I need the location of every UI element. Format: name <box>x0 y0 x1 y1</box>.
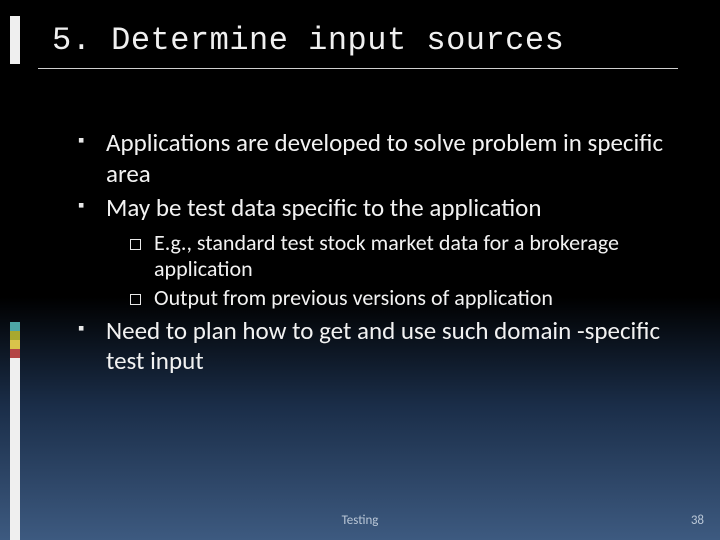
bullet-item: May be test data specific to the applica… <box>72 193 672 312</box>
sub-bullet-item: Output from previous versions of applica… <box>124 285 672 312</box>
accent-bar <box>10 0 20 540</box>
slide-title: 5. Determine input sources <box>52 22 564 59</box>
title-underline <box>38 68 678 69</box>
bullet-item: Need to plan how to get and use such dom… <box>72 316 672 377</box>
sub-bullet-item: E.g., standard test stock market data fo… <box>124 230 672 284</box>
page-number: 38 <box>691 513 704 528</box>
bullet-text: Need to plan how to get and use such dom… <box>106 315 660 377</box>
slide-body: Applications are developed to solve prob… <box>72 128 672 381</box>
sub-bullet-text: Output from previous versions of applica… <box>154 284 553 311</box>
sub-bullet-text: E.g., standard test stock market data fo… <box>154 229 619 283</box>
footer-label: Testing <box>342 513 379 528</box>
bullet-text: Applications are developed to solve prob… <box>106 127 663 189</box>
bullet-item: Applications are developed to solve prob… <box>72 128 672 189</box>
bullet-text: May be test data specific to the applica… <box>106 192 541 223</box>
